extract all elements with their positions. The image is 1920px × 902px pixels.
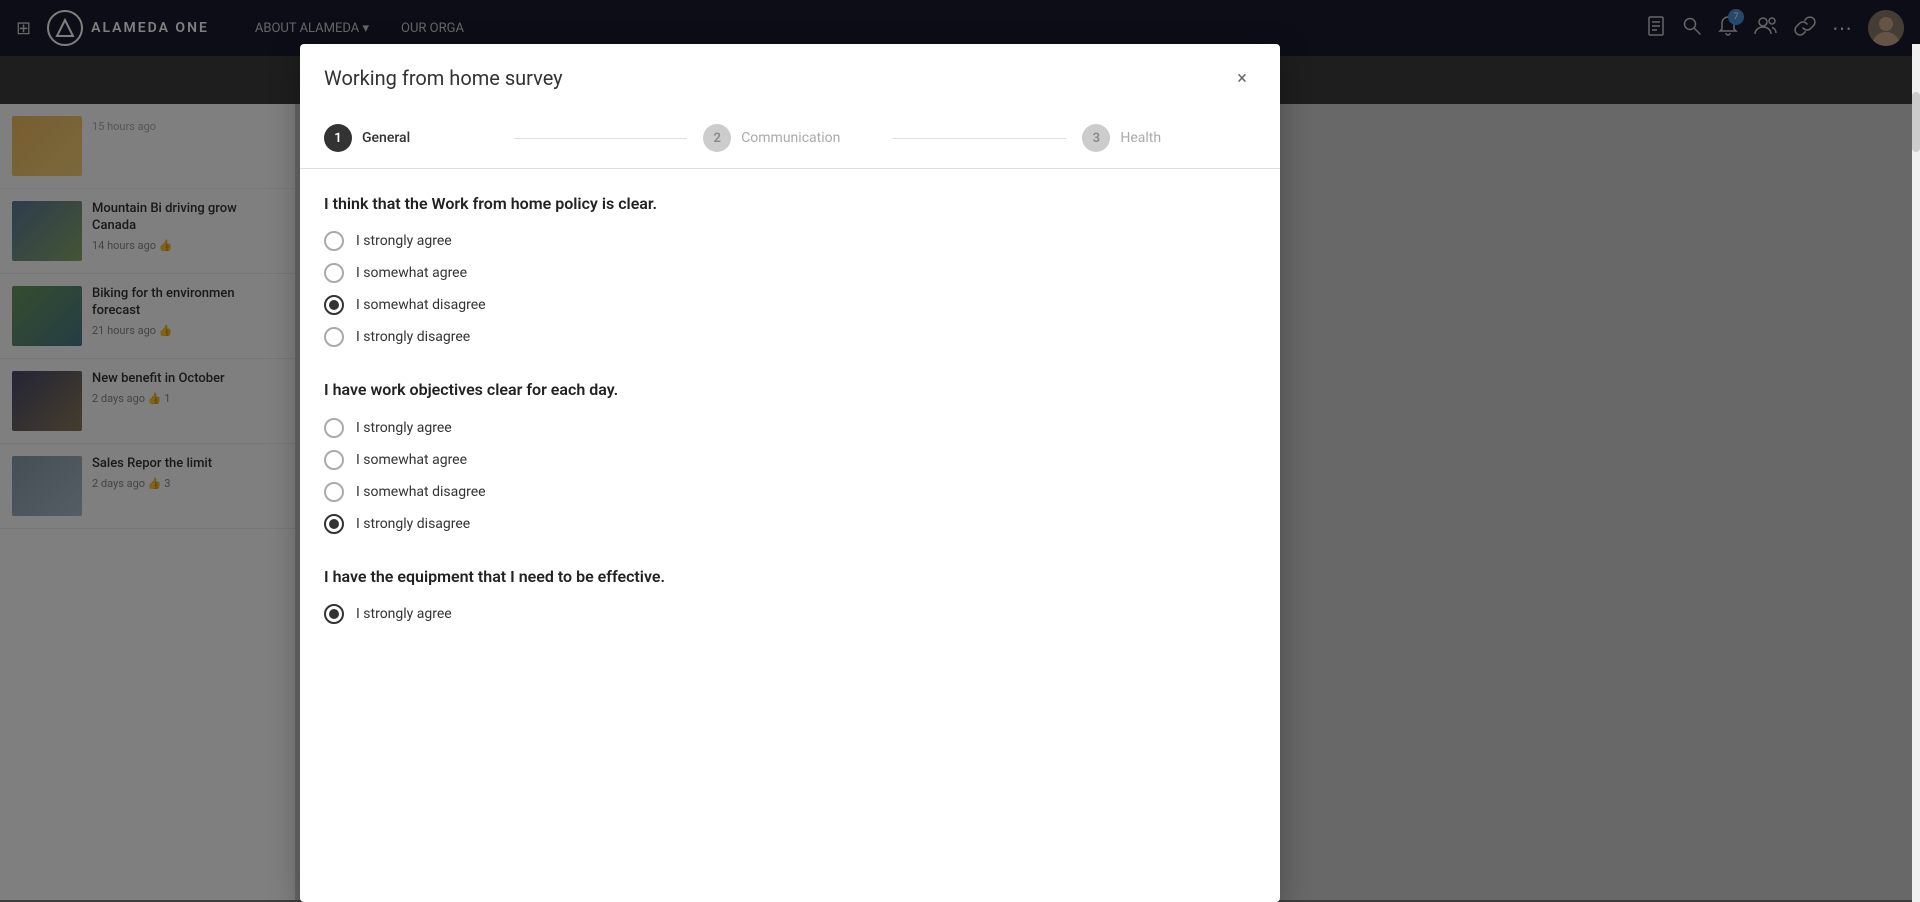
q3-label-1: I strongly agree [356,606,452,622]
q1-label-2: I somewhat agree [356,265,467,281]
scrollbar-thumb[interactable] [1912,92,1920,152]
step-line-1 [514,138,688,139]
q3-option-1[interactable]: I strongly agree [324,604,1256,624]
question-3-block: I have the equipment that I need to be e… [324,566,1256,624]
q2-option-1[interactable]: I strongly agree [324,418,1256,438]
survey-modal: Working from home survey × 1 General 2 C… [300,44,1280,902]
step-1-label: General [362,130,410,146]
steps-container: 1 General 2 Communication 3 Health [300,108,1280,169]
step-3-number: 3 [1082,124,1110,152]
q3-radio-1[interactable] [324,604,344,624]
close-button[interactable]: × [1228,64,1256,92]
question-1-block: I think that the Work from home policy i… [324,193,1256,347]
question-1-text: I think that the Work from home policy i… [324,193,1256,215]
q1-option-1[interactable]: I strongly agree [324,231,1256,251]
step-2-number: 2 [703,124,731,152]
step-3-health[interactable]: 3 Health [1082,124,1256,152]
q2-option-4[interactable]: I strongly disagree [324,514,1256,534]
q2-option-3[interactable]: I somewhat disagree [324,482,1256,502]
step-2-label: Communication [741,130,840,146]
modal-body: I think that the Work from home policy i… [300,169,1280,902]
modal-title: Working from home survey [324,66,563,90]
step-3-label: Health [1120,130,1161,146]
q1-label-3: I somewhat disagree [356,297,486,313]
q2-radio-1[interactable] [324,418,344,438]
q2-label-4: I strongly disagree [356,516,470,532]
q2-label-3: I somewhat disagree [356,484,486,500]
modal-scrollbar[interactable] [1912,44,1920,902]
q2-label-2: I somewhat agree [356,452,467,468]
q2-radio-3[interactable] [324,482,344,502]
q1-radio-3[interactable] [324,295,344,315]
q1-option-2[interactable]: I somewhat agree [324,263,1256,283]
q2-label-1: I strongly agree [356,420,452,436]
step-line-2 [893,138,1067,139]
step-1-number: 1 [324,124,352,152]
q1-radio-4[interactable] [324,327,344,347]
q1-label-4: I strongly disagree [356,329,470,345]
q1-radio-1[interactable] [324,231,344,251]
q1-label-1: I strongly agree [356,233,452,249]
q1-radio-2[interactable] [324,263,344,283]
step-1-general[interactable]: 1 General [324,124,498,152]
q2-radio-4[interactable] [324,514,344,534]
question-2-text: I have work objectives clear for each da… [324,379,1256,401]
q1-option-3[interactable]: I somewhat disagree [324,295,1256,315]
modal-header: Working from home survey × [300,44,1280,108]
q2-radio-2[interactable] [324,450,344,470]
question-2-block: I have work objectives clear for each da… [324,379,1256,533]
question-3-text: I have the equipment that I need to be e… [324,566,1256,588]
q2-option-2[interactable]: I somewhat agree [324,450,1256,470]
step-2-communication[interactable]: 2 Communication [703,124,877,152]
q1-option-4[interactable]: I strongly disagree [324,327,1256,347]
